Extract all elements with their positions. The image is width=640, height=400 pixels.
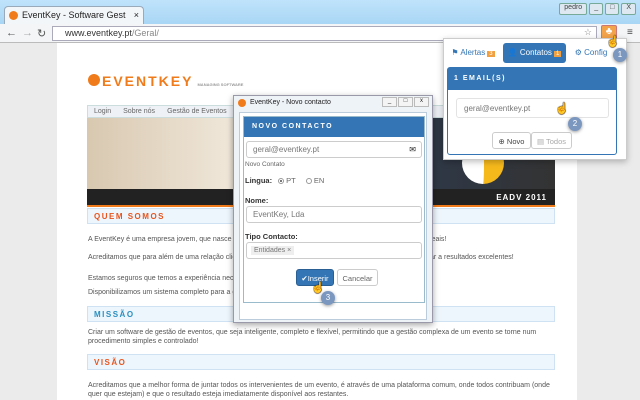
forward-icon[interactable]: →: [22, 27, 33, 39]
user-label[interactable]: pedro: [559, 3, 588, 15]
step-badge-2: 2: [568, 117, 582, 131]
tipo-contacto-input[interactable]: Entidades ×: [246, 242, 422, 259]
eventkey-logo[interactable]: EVENTKEY MANAGING SOFTWARE: [88, 73, 243, 89]
menu-sobre-nos[interactable]: Sobre nós: [123, 108, 155, 115]
close-button[interactable]: x: [414, 97, 429, 107]
close-tab-icon[interactable]: ×: [134, 10, 139, 20]
dialog-titlebar[interactable]: EventKey - Novo contacto _ □ x: [234, 96, 432, 111]
back-icon[interactable]: ←: [6, 27, 17, 39]
radio-pt[interactable]: [278, 178, 285, 185]
maximize-button[interactable]: □: [398, 97, 413, 107]
window-controls: pedro _ □ X: [559, 3, 636, 15]
user-icon: 👤: [507, 48, 518, 57]
close-window-button[interactable]: X: [621, 3, 636, 15]
hand-cursor-icon: ☝: [606, 36, 620, 48]
section-title-visao: Visão: [87, 354, 555, 370]
tab-alertas[interactable]: ⚑ Alertas 3: [450, 43, 496, 63]
eventkey-favicon: [9, 11, 18, 20]
tab-contatos[interactable]: 👤 Contatos 1: [503, 43, 566, 63]
todos-button[interactable]: ▤ Todos: [531, 132, 572, 149]
radio-en[interactable]: [305, 178, 312, 185]
emails-header: 1 email(s): [448, 68, 616, 90]
nome-label: Nome:: [245, 196, 269, 205]
minimize-button[interactable]: _: [589, 3, 604, 15]
menu-gestao-eventos[interactable]: Gestão de Eventos: [167, 108, 227, 115]
eventkey-favicon: [238, 99, 246, 107]
dialog-header: Novo Contacto: [244, 117, 424, 137]
tab-config[interactable]: ⚙ Config: [573, 43, 609, 63]
gear-icon: ⚙: [574, 48, 582, 57]
paragraph: Acreditamos que a melhor forma de juntar…: [88, 382, 550, 398]
step-badge-3: 3: [321, 291, 335, 305]
paragraph: Criar um software de gestão de eventos, …: [88, 329, 537, 345]
nome-input[interactable]: EventKey, Lda: [246, 206, 422, 223]
reload-icon[interactable]: ↻: [37, 27, 46, 40]
menu-icon[interactable]: ≡: [627, 27, 633, 38]
browser-tab[interactable]: EventKey - Software Gest ×: [4, 6, 144, 24]
tag-entidades: Entidades ×: [251, 246, 295, 255]
hero-caption: EADV 2011: [496, 193, 547, 202]
flag-icon: ⚑: [451, 48, 459, 57]
tag-remove-icon[interactable]: ×: [287, 247, 291, 254]
novo-contacto-dialog: EventKey - Novo contacto _ □ x Novo Contac…: [233, 95, 433, 323]
hand-cursor-icon: ☝: [555, 103, 569, 115]
email-hint: Novo Contato: [245, 161, 285, 168]
envelope-icon: ✉: [409, 145, 416, 154]
minimize-button[interactable]: _: [382, 97, 397, 107]
step-badge-1: 1: [613, 48, 627, 62]
novo-button[interactable]: ⊕ Novo: [492, 132, 531, 149]
tipo-contacto-label: Tipo Contacto:: [245, 232, 298, 241]
extension-popup: ⚑ Alertas 3 👤 Contatos 1 ⚙ Config 1 email(…: [443, 38, 627, 160]
cancelar-button[interactable]: Cancelar: [337, 269, 378, 286]
browser-tab-bar: EventKey - Software Gest × pedro _ □ X: [0, 0, 640, 24]
tab-title: EventKey - Software Gest: [22, 10, 126, 20]
maximize-button[interactable]: □: [605, 3, 620, 15]
lingua-label: Lingua:: [245, 176, 273, 185]
contact-email-item[interactable]: geral@eventkey.pt: [456, 98, 609, 118]
email-input[interactable]: geral@eventkey.pt ✉: [246, 141, 422, 158]
star-icon[interactable]: ☆: [584, 27, 592, 38]
menu-login[interactable]: Login: [94, 108, 111, 115]
